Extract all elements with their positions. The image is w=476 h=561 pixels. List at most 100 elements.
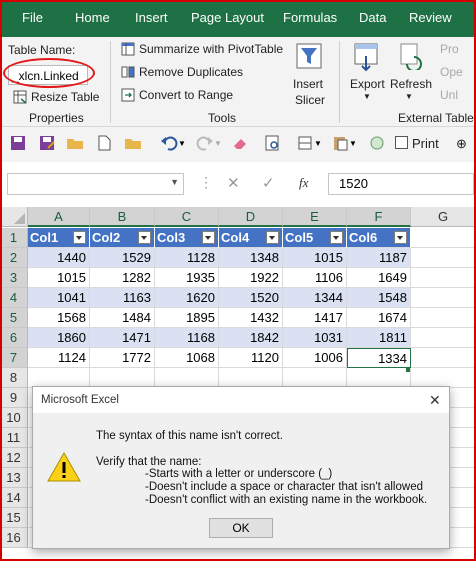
save-as-icon[interactable] xyxy=(38,134,56,152)
table-cell[interactable]: 1674 xyxy=(347,308,411,328)
empty-cell[interactable] xyxy=(411,228,476,248)
filter-dropdown-icon[interactable] xyxy=(138,231,151,244)
row-header-3[interactable]: 3 xyxy=(0,268,28,288)
resize-table-button[interactable]: Resize Table xyxy=(31,90,99,104)
insert-function-icon[interactable]: fx xyxy=(299,175,308,191)
empty-cell[interactable] xyxy=(155,368,219,388)
table-cell[interactable]: 1935 xyxy=(155,268,219,288)
table-cell[interactable]: 1348 xyxy=(219,248,283,268)
filter-dropdown-icon[interactable] xyxy=(266,231,279,244)
table-cell[interactable]: 1548 xyxy=(347,288,411,308)
row-header-2[interactable]: 2 xyxy=(0,248,28,268)
paste-icon[interactable] xyxy=(331,134,349,152)
table-cell[interactable]: 1432 xyxy=(219,308,283,328)
row-header-16[interactable]: 16 xyxy=(0,528,28,548)
print-preview-icon[interactable] xyxy=(263,134,281,152)
table-cell[interactable]: 1417 xyxy=(283,308,347,328)
page-setup-icon[interactable] xyxy=(296,134,314,152)
table-cell[interactable]: 1128 xyxy=(155,248,219,268)
empty-cell[interactable] xyxy=(411,368,476,388)
column-header-c[interactable]: C xyxy=(155,207,219,227)
table-cell[interactable]: 1106 xyxy=(283,268,347,288)
column-header-b[interactable]: B xyxy=(90,207,155,227)
row-header-1[interactable]: 1 xyxy=(0,228,28,248)
table-header-cell[interactable]: Col3 xyxy=(155,228,219,248)
tab-file[interactable]: File xyxy=(22,10,43,25)
export-chevron-icon[interactable]: ▼ xyxy=(363,92,371,101)
column-header-e[interactable]: E xyxy=(283,207,347,227)
row-header-9[interactable]: 9 xyxy=(0,388,28,408)
row-header-12[interactable]: 12 xyxy=(0,448,28,468)
table-cell[interactable]: 1811 xyxy=(347,328,411,348)
filter-dropdown-icon[interactable] xyxy=(202,231,215,244)
table-cell[interactable]: 1842 xyxy=(219,328,283,348)
redo-dropdown-icon[interactable]: ▼ xyxy=(214,139,232,157)
column-header-d[interactable]: D xyxy=(219,207,283,227)
export-button[interactable]: Export xyxy=(350,77,385,91)
eraser-icon[interactable] xyxy=(231,134,249,152)
empty-cell[interactable] xyxy=(411,348,476,368)
table-cell[interactable]: 1006 xyxy=(283,348,347,368)
table-cell[interactable]: 1649 xyxy=(347,268,411,288)
column-header-a[interactable]: A xyxy=(28,207,90,227)
table-cell[interactable]: 1529 xyxy=(90,248,155,268)
remove-duplicates-button[interactable]: Remove Duplicates xyxy=(139,65,243,79)
unlink-button[interactable]: Unl xyxy=(440,88,458,102)
row-header-8[interactable]: 8 xyxy=(0,368,28,388)
convert-to-range-button[interactable]: Convert to Range xyxy=(139,88,233,102)
filter-dropdown-icon[interactable] xyxy=(73,231,86,244)
page-setup-dropdown-icon[interactable]: ▼ xyxy=(314,139,332,157)
table-cell[interactable]: 1471 xyxy=(90,328,155,348)
refresh-button[interactable]: Refresh xyxy=(390,77,432,91)
row-header-14[interactable]: 14 xyxy=(0,488,28,508)
table-header-cell[interactable]: Col6 xyxy=(347,228,411,248)
table-resize-handle[interactable] xyxy=(406,368,410,372)
table-header-cell[interactable]: Col4 xyxy=(219,228,283,248)
table-cell[interactable]: 1168 xyxy=(155,328,219,348)
print-checkbox[interactable] xyxy=(395,136,408,149)
refresh-chevron-icon[interactable]: ▼ xyxy=(405,92,413,101)
tab-review[interactable]: Review xyxy=(409,10,452,25)
column-header-g[interactable]: G xyxy=(411,207,476,227)
column-header-f[interactable]: F xyxy=(347,207,411,227)
ok-button[interactable]: OK xyxy=(209,518,273,538)
insert-slicer-label-1[interactable]: Insert xyxy=(293,77,323,91)
table-cell[interactable]: 1344 xyxy=(283,288,347,308)
filter-dropdown-icon[interactable] xyxy=(394,231,407,244)
empty-cell[interactable] xyxy=(283,368,347,388)
table-cell[interactable]: 1015 xyxy=(283,248,347,268)
empty-cell[interactable] xyxy=(219,368,283,388)
name-box-dropdown-icon[interactable]: ▼ xyxy=(170,177,179,187)
close-icon[interactable]: ✕ xyxy=(429,392,441,409)
table-header-cell[interactable]: Col1 xyxy=(28,228,90,248)
empty-cell[interactable] xyxy=(411,328,476,348)
table-cell[interactable]: 1041 xyxy=(28,288,90,308)
table-cell[interactable]: 1568 xyxy=(28,308,90,328)
row-header-13[interactable]: 13 xyxy=(0,468,28,488)
open-folder-icon[interactable] xyxy=(66,134,84,152)
table-cell[interactable]: 1187 xyxy=(347,248,411,268)
row-header-4[interactable]: 4 xyxy=(0,288,28,308)
empty-cell[interactable] xyxy=(411,268,476,288)
row-header-10[interactable]: 10 xyxy=(0,408,28,428)
row-header-6[interactable]: 6 xyxy=(0,328,28,348)
table-cell[interactable]: 1031 xyxy=(283,328,347,348)
new-file-icon[interactable] xyxy=(95,134,113,152)
table-cell[interactable]: 1895 xyxy=(155,308,219,328)
table-cell[interactable]: 1620 xyxy=(155,288,219,308)
properties-button[interactable]: Pro xyxy=(440,42,459,56)
table-header-cell[interactable]: Col5 xyxy=(283,228,347,248)
name-box[interactable]: ▼ xyxy=(7,173,184,195)
row-header-7[interactable]: 7 xyxy=(0,348,28,368)
row-header-11[interactable]: 11 xyxy=(0,428,28,448)
table-cell[interactable]: 1860 xyxy=(28,328,90,348)
empty-cell[interactable] xyxy=(347,368,411,388)
empty-cell[interactable] xyxy=(411,248,476,268)
table-cell[interactable]: 1282 xyxy=(90,268,155,288)
tab-page-layout[interactable]: Page Layout xyxy=(191,10,264,25)
table-cell[interactable]: 1922 xyxy=(219,268,283,288)
formula-input[interactable]: 1520 xyxy=(328,173,474,195)
table-header-cell[interactable]: Col2 xyxy=(90,228,155,248)
undo-dropdown-icon[interactable]: ▼ xyxy=(178,139,196,157)
folder-icon[interactable] xyxy=(124,134,142,152)
